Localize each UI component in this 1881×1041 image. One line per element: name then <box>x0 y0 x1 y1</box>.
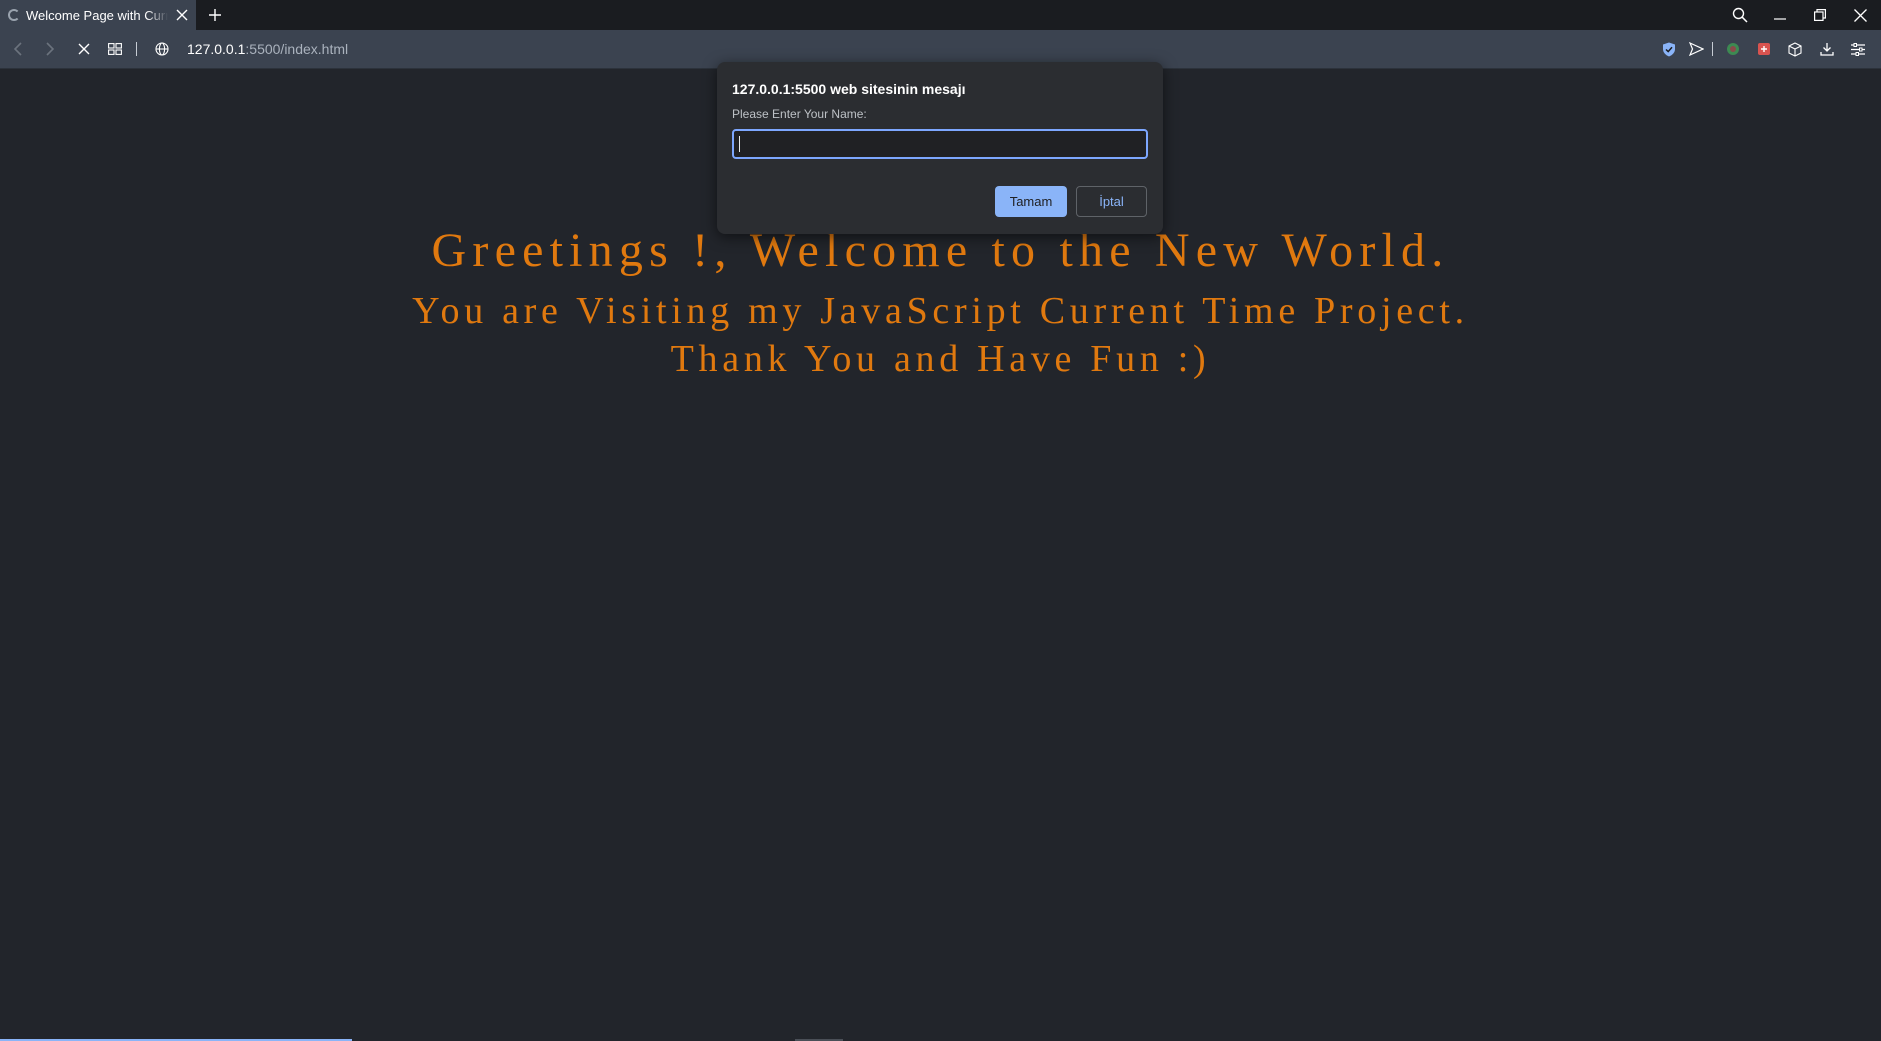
shield-icon <box>1663 42 1675 56</box>
tab-overview-button[interactable] <box>105 39 125 59</box>
site-info-button[interactable] <box>152 39 172 59</box>
plus-icon <box>209 9 221 21</box>
back-button[interactable] <box>8 39 28 59</box>
browser-tab[interactable]: Welcome Page with Current Time <box>0 0 196 30</box>
cube-icon <box>1788 41 1802 57</box>
prompt-dialog: 127.0.0.1:5500 web sitesinin mesajı Plea… <box>717 62 1163 234</box>
extension-button[interactable] <box>1754 39 1774 59</box>
globe-icon <box>155 42 169 56</box>
url-path: :5500/index.html <box>245 41 349 57</box>
tab-close-icon[interactable] <box>174 7 190 23</box>
minimize-icon <box>1774 18 1786 20</box>
dialog-title: 127.0.0.1:5500 web sitesinin mesajı <box>732 81 966 97</box>
tab-title: Welcome Page with Current Time <box>26 7 168 23</box>
send-button[interactable] <box>1686 39 1706 59</box>
shield-button[interactable] <box>1659 39 1679 59</box>
project-subheading: You are Visiting my JavaScript Current T… <box>412 290 1469 332</box>
grid-icon <box>108 43 122 55</box>
ok-button[interactable]: Tamam <box>995 186 1067 217</box>
url-host: 127.0.0.1 <box>187 41 246 57</box>
dialog-message: Please Enter Your Name: <box>732 107 867 121</box>
new-tab-button[interactable] <box>200 0 230 30</box>
downloads-button[interactable] <box>1817 39 1837 59</box>
window-close-button[interactable] <box>1841 0 1879 30</box>
download-icon <box>1820 43 1834 56</box>
extension-icon <box>1727 43 1739 55</box>
chevron-left-icon <box>13 42 22 56</box>
url-field[interactable]: 127.0.0.1:5500/index.html <box>187 41 348 57</box>
extension-button[interactable] <box>1723 39 1743 59</box>
send-icon <box>1688 42 1704 56</box>
minimize-button[interactable] <box>1761 0 1799 30</box>
toolbar-separator <box>136 42 137 56</box>
toolbar-separator <box>1712 42 1713 56</box>
text-caret <box>739 136 740 152</box>
settings-sliders-icon <box>1851 42 1865 56</box>
restore-icon <box>1814 9 1826 21</box>
stop-icon <box>78 43 90 55</box>
tab-strip: Welcome Page with Current Time <box>0 0 1881 30</box>
name-input[interactable] <box>732 129 1148 159</box>
chevron-right-icon <box>46 42 55 56</box>
thank-you-text: Thank You and Have Fun :) <box>670 338 1211 380</box>
easy-setup-button[interactable] <box>1848 39 1868 59</box>
red-extension-icon <box>1758 43 1770 55</box>
cancel-button[interactable]: İptal <box>1076 186 1147 217</box>
stop-loading-button[interactable] <box>74 39 94 59</box>
close-icon <box>1853 8 1867 22</box>
search-icon <box>1732 7 1748 23</box>
forward-button[interactable] <box>40 39 60 59</box>
loading-spinner-icon <box>8 9 20 21</box>
search-tabs-button[interactable] <box>1721 0 1759 30</box>
restore-button[interactable] <box>1801 0 1839 30</box>
extensions-button[interactable] <box>1785 39 1805 59</box>
